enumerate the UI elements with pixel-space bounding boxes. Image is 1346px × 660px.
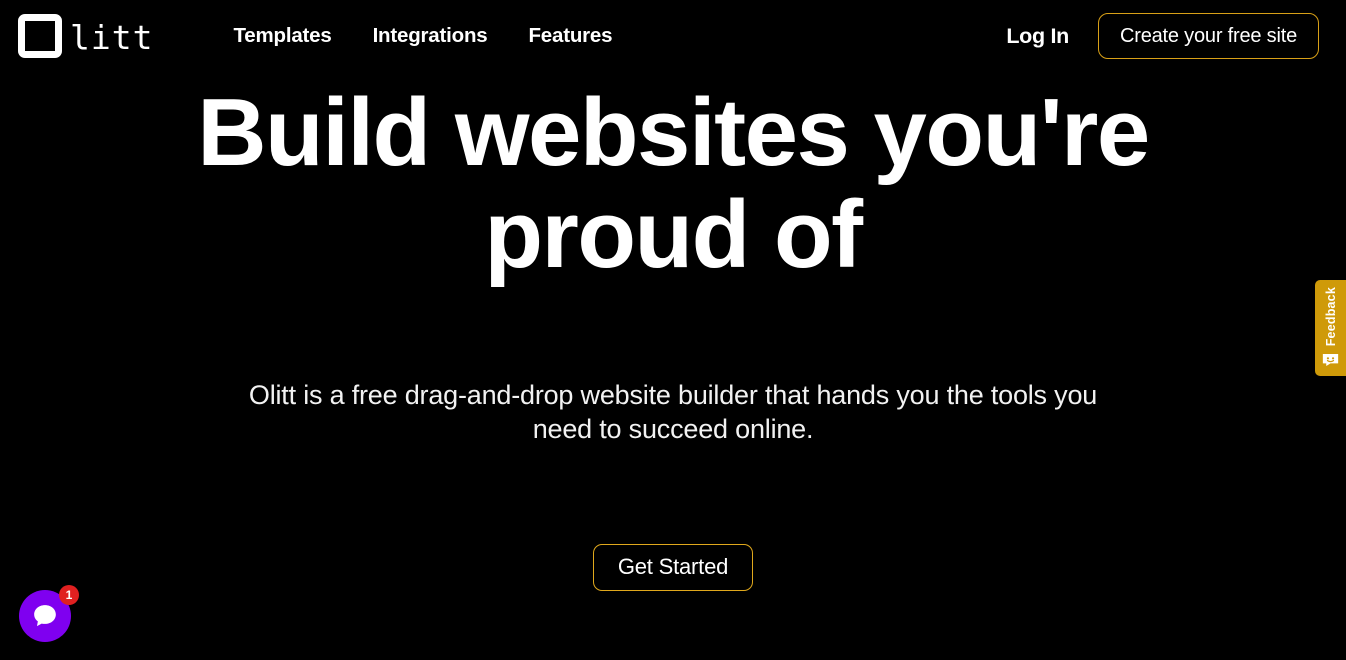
smiley-message-icon xyxy=(1322,354,1339,367)
hero-subtitle: Olitt is a free drag-and-drop website bu… xyxy=(248,379,1098,445)
chat-bubble-icon xyxy=(34,605,56,627)
site-header: litt Templates Integrations Features Log… xyxy=(0,0,1346,72)
hero-title: Build websites you're proud of xyxy=(197,79,1150,288)
feedback-tab[interactable]: Feedback xyxy=(1315,280,1346,376)
brand-logo[interactable]: litt xyxy=(18,14,153,58)
chat-unread-badge[interactable]: 1 xyxy=(59,585,79,605)
nav-item-templates[interactable]: Templates xyxy=(233,24,331,48)
main-nav: Templates Integrations Features xyxy=(233,24,612,48)
square-outline-icon xyxy=(18,14,62,58)
hero-section: Build websites you're proud of Olitt is … xyxy=(0,72,1346,660)
chat-widget: 1 xyxy=(19,585,79,642)
nav-item-features[interactable]: Features xyxy=(528,24,612,48)
get-started-button[interactable]: Get Started xyxy=(592,543,754,591)
feedback-tab-label: Feedback xyxy=(1323,287,1338,347)
create-free-site-button[interactable]: Create your free site xyxy=(1098,13,1319,59)
hero-cta-container: Get Started xyxy=(0,543,1346,591)
header-actions: Log In Create your free site xyxy=(1006,13,1319,59)
nav-item-integrations[interactable]: Integrations xyxy=(373,24,488,48)
login-link[interactable]: Log In xyxy=(1006,24,1069,49)
brand-wordmark: litt xyxy=(70,17,154,57)
